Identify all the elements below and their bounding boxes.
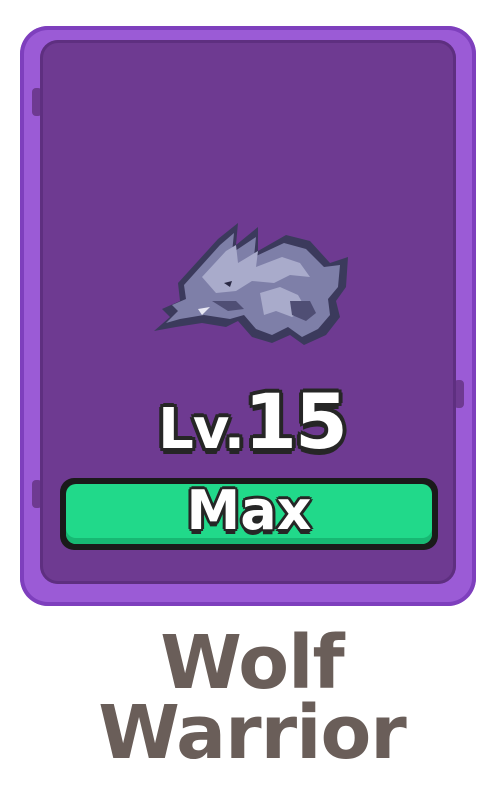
unit-name: Wolf Warrior xyxy=(0,620,504,776)
max-level-bar: Max xyxy=(60,478,438,550)
level-indicator: Lv.15 xyxy=(0,384,504,460)
level-number: 15 xyxy=(244,377,348,466)
max-level-label: Max xyxy=(186,479,312,542)
unit-name-line-1: Wolf xyxy=(160,620,344,706)
level-prefix: Lv. xyxy=(158,397,245,462)
wolf-warrior-icon xyxy=(154,223,348,345)
unit-name-line-2: Warrior xyxy=(98,690,407,776)
